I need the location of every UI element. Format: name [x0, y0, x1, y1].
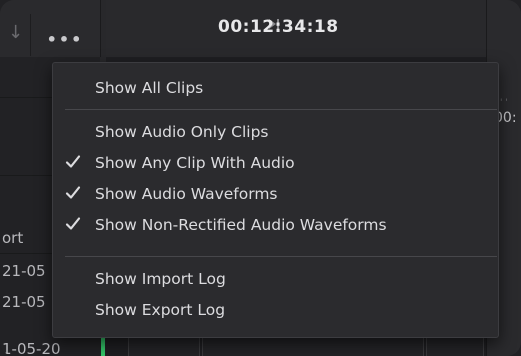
menu-item-label: Show Audio Only Clips — [95, 123, 269, 141]
menu-item-label: Show All Clips — [95, 79, 204, 97]
menu-item-show-all-clips[interactable]: Show All Clips — [53, 74, 498, 104]
ruler-ticks: ' ' — [500, 98, 508, 108]
viewer-header: 00:12:34:18 — [106, 0, 486, 57]
menu-item-show-non-rectified-audio-waveforms[interactable]: Show Non-Rectified Audio Waveforms — [53, 211, 498, 241]
clip-filter-menu: Show All Clips Show Audio Only Clips Sho… — [52, 62, 499, 338]
checkmark-icon — [65, 155, 81, 168]
list-cell[interactable]: 21-05 — [2, 262, 46, 280]
sort-arrow-icon[interactable]: ↓ — [8, 22, 23, 43]
menu-item-show-export-log[interactable]: Show Export Log — [53, 296, 498, 326]
list-cell[interactable]: ort — [2, 229, 23, 247]
menu-separator — [65, 256, 497, 257]
menu-item-show-import-log[interactable]: Show Import Log — [53, 265, 498, 295]
menu-item-label: Show Import Log — [95, 270, 226, 288]
checkmark-icon — [65, 186, 81, 199]
app-frame: ↓ ••• 00:12:34:18 ort 21-05 21-05 1-05-2… — [0, 0, 521, 356]
app-window: ↓ ••• 00:12:34:18 ort 21-05 21-05 1-05-2… — [0, 0, 521, 356]
menu-item-show-audio-waveforms[interactable]: Show Audio Waveforms — [53, 180, 498, 210]
list-cell[interactable]: 21-05 — [2, 293, 46, 311]
menu-item-label: Show Any Clip With Audio — [95, 154, 295, 172]
checkmark-icon — [65, 217, 81, 230]
toolbar-divider — [30, 14, 31, 56]
more-options-button[interactable]: ••• — [40, 30, 90, 52]
menu-item-label: Show Audio Waveforms — [95, 185, 278, 203]
menu-item-show-any-clip-with-audio[interactable]: Show Any Clip With Audio — [53, 149, 498, 179]
menu-separator — [65, 109, 497, 110]
media-pool-toolbar: ↓ ••• — [0, 0, 101, 57]
clip-color-marker — [101, 337, 105, 356]
viewer-timecode: 00:12:34:18 — [218, 17, 339, 37]
menu-item-label: Show Non-Rectified Audio Waveforms — [95, 216, 387, 234]
menu-item-label: Show Export Log — [95, 301, 226, 319]
menu-item-show-audio-only-clips[interactable]: Show Audio Only Clips — [53, 118, 498, 148]
list-cell[interactable]: 1-05-20 — [2, 340, 61, 356]
